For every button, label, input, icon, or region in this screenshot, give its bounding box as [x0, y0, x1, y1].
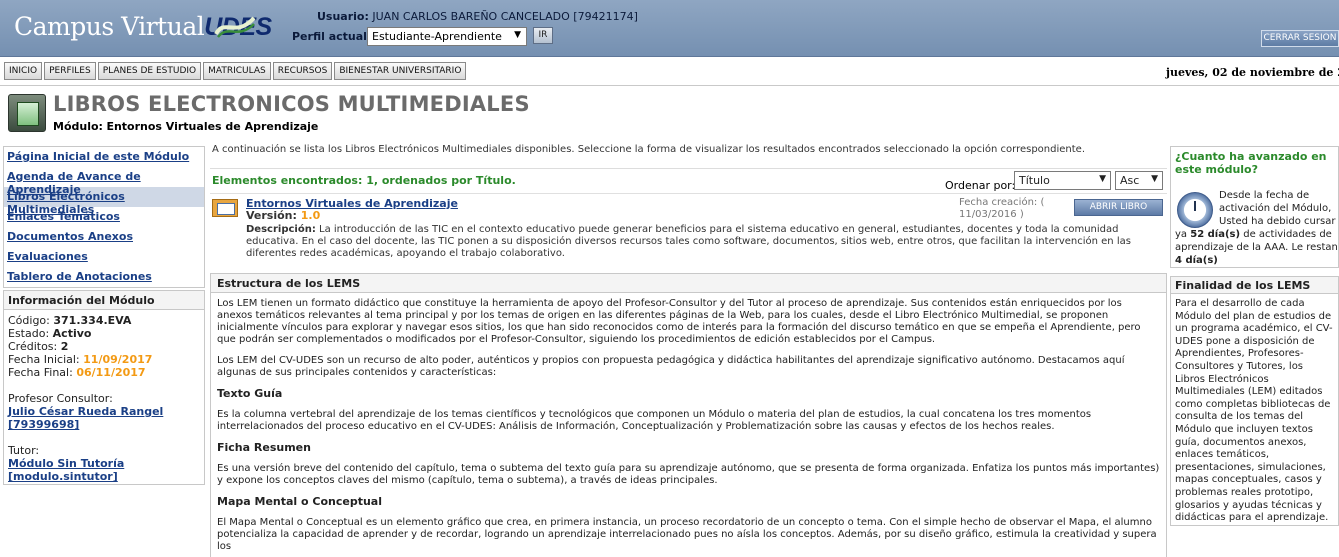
profile-label: Perfil actual: — [292, 30, 372, 43]
tutor-label: Tutor: — [8, 444, 40, 457]
divider — [210, 193, 1167, 194]
sidebar-item-tablero[interactable]: Tablero de Anotaciones — [4, 267, 204, 287]
fecha-inicial-row: Fecha Inicial: 11/09/2017 — [8, 353, 153, 366]
lems-purpose-panel: Finalidad de los LEMS Para el desarrollo… — [1170, 276, 1339, 526]
sidebar-item-agenda[interactable]: Agenda de Avance de Aprendizaje — [4, 167, 204, 196]
nav-perfiles[interactable]: PERFILES — [44, 62, 96, 80]
lems-structure-panel: Estructura de los LEMS Los LEM tienen un… — [210, 273, 1167, 557]
estado-row: Estado: Activo — [8, 327, 92, 340]
swoosh-icon — [214, 16, 256, 38]
book-icon — [8, 94, 46, 132]
ir-button[interactable]: IR — [533, 27, 553, 44]
sidebar-item-documentos[interactable]: Documentos Anexos — [4, 227, 204, 247]
lems-paragraph: Los LEM tienen un formato didáctico que … — [217, 298, 1141, 345]
module-info-panel: Información del Módulo Código: 371.334.E… — [3, 290, 205, 485]
main-nav: INICIO PERFILES PLANES DE ESTUDIO MATRIC… — [4, 62, 467, 80]
intro-text: A continuación se lista los Libros Elect… — [212, 144, 1086, 155]
order-field-select[interactable]: Título ▼ — [1014, 171, 1111, 190]
lems-paragraph: Es una versión breve del contenido del c… — [217, 463, 1160, 486]
nav-recursos[interactable]: RECURSOS — [272, 62, 333, 80]
profesor-link[interactable]: Julio César Rueda Rangel — [8, 405, 200, 418]
codigo-row: Código: 371.334.EVA — [8, 314, 132, 327]
results-panel: Elementos encontrados: 1, ordenados por … — [210, 168, 1167, 263]
nav-planes[interactable]: PLANES DE ESTUDIO — [97, 62, 202, 80]
progress-panel: ¿Cuanto ha avanzado en este módulo? Desd… — [1170, 146, 1339, 268]
tutor-link[interactable]: Módulo Sin Tutoría — [8, 457, 200, 470]
fecha-final-row: Fecha Final: 06/11/2017 — [8, 366, 146, 379]
sidebar-item-enlaces[interactable]: Enlaces Temáticos — [4, 207, 204, 227]
nav-bienestar[interactable]: BIENESTAR UNIVERSITARIO — [334, 62, 467, 80]
book-fecha: Fecha creación: (11/03/2016 ) — [959, 197, 1045, 220]
book-version: Versión: 1.0 — [246, 209, 321, 222]
results-count: Elementos encontrados: 1, ordenados por … — [212, 174, 516, 187]
lems-purpose-title: Finalidad de los LEMS — [1171, 277, 1338, 294]
page-title: LIBROS ELECTRONICOS MULTIMEDIALES — [53, 92, 530, 116]
user-info: Usuario: JUAN CARLOS BAREÑO CANCELADO [7… — [317, 10, 638, 23]
lems-subtitle: Texto Guía — [217, 387, 283, 400]
progress-text: Desde la fecha de activación del Módulo,… — [1175, 190, 1338, 266]
lems-paragraph: El Mapa Mental o Conceptual es un elemen… — [217, 517, 1157, 552]
sidebar-item-libros[interactable]: Libros Electrónicos Multimediales — [4, 187, 204, 216]
chevron-down-icon: ▼ — [1151, 174, 1158, 184]
module-menu: Página Inicial de este Módulo Agenda de … — [3, 146, 205, 288]
sidebar-item-inicio[interactable]: Página Inicial de este Módulo — [4, 147, 204, 167]
lems-purpose-text: Para el desarrollo de cada Módulo del pl… — [1175, 298, 1333, 524]
chevron-down-icon: ▼ — [514, 30, 521, 40]
lems-subtitle: Mapa Mental o Conceptual — [217, 495, 382, 508]
current-date: jueves, 02 de noviembre de 2017 — [1166, 66, 1339, 79]
lems-subtitle: Ficha Resumen — [217, 441, 311, 454]
lems-paragraph: Es la columna vertebral del aprendizaje … — [217, 409, 1092, 432]
order-direction-select[interactable]: Asc ▼ — [1115, 171, 1163, 190]
profile-select[interactable]: Estudiante-Aprendiente ▼ — [367, 27, 527, 46]
open-book-button[interactable]: ABRIR LIBRO — [1074, 199, 1163, 216]
sidebar-item-evaluaciones[interactable]: Evaluaciones — [4, 247, 204, 267]
lems-paragraph: Los LEM del CV-UDES son un recurso de al… — [217, 355, 1125, 378]
profesor-label: Profesor Consultor: — [8, 392, 113, 405]
progress-title: ¿Cuanto ha avanzado en este módulo? — [1175, 150, 1327, 176]
profesor-id-link[interactable]: [79399698] — [8, 418, 200, 431]
chevron-down-icon: ▼ — [1099, 174, 1106, 184]
book-description: Descripción: La introducción de las TIC … — [246, 224, 1131, 259]
creditos-row: Créditos: 2 — [8, 340, 69, 353]
module-info-title: Información del Módulo — [4, 291, 204, 310]
divider — [0, 85, 1339, 86]
top-bar: Campus VirtualUDES Usuario: JUAN CARLOS … — [0, 0, 1339, 57]
module-line: Módulo: Entornos Virtuales de Aprendizaj… — [53, 120, 319, 133]
order-label: Ordenar por: — [945, 179, 1016, 192]
ebook-icon[interactable] — [212, 199, 238, 217]
logout-button[interactable]: CERRAR SESION — [1261, 30, 1339, 47]
nav-inicio[interactable]: INICIO — [4, 62, 43, 80]
tutor-id-link[interactable]: [modulo.sintutor] — [8, 470, 200, 483]
lems-title: Estructura de los LEMS — [211, 274, 1166, 293]
nav-matriculas[interactable]: MATRICULAS — [203, 62, 271, 80]
